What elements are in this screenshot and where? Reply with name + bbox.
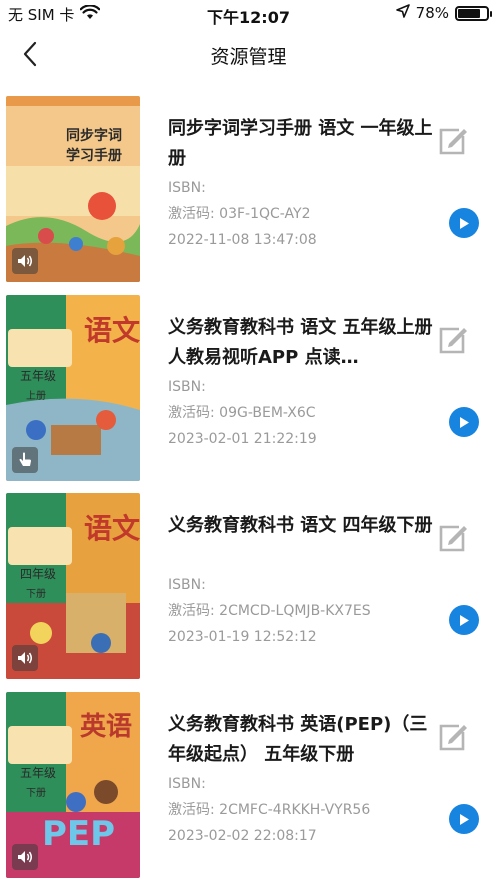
cover-title-line: 英语 [80, 712, 133, 742]
play-button[interactable] [449, 407, 479, 437]
battery-fill [458, 8, 480, 18]
speaker-icon[interactable] [12, 248, 38, 274]
list-item[interactable]: 同步字词 学习手册 同步字词学习手册 语文 一年级上册 ISBN: 激活码: 0… [0, 96, 497, 282]
item-title: 义务教育教科书 英语(PEP)（三年级起点） 五年级下册 [168, 714, 428, 765]
play-button[interactable] [449, 208, 479, 238]
nav-bar: 资源管理 [0, 28, 497, 84]
item-date: 2022-11-08 13:47:08 [168, 232, 317, 248]
item-date: 2023-01-19 12:52:12 [168, 629, 317, 645]
battery-percent: 78% [415, 4, 449, 22]
item-activation-code: 激活码: 2CMCD-LQMJB-KX7ES [168, 603, 371, 619]
page-title: 资源管理 [210, 46, 287, 68]
cover-title-line: 学习手册 [66, 148, 122, 164]
cover-title-line: 下册 [26, 788, 46, 799]
list-item[interactable]: 英语 五年级 下册 PEP 义务教育教科书 英语(PEP)（三年级起点） 五年级… [0, 692, 497, 878]
location-arrow-icon [395, 4, 410, 22]
item-activation-code: 激活码: 09G-BEM-X6C [168, 405, 316, 421]
edit-icon [439, 128, 467, 155]
status-right: 78% [395, 4, 492, 22]
edit-icon [439, 724, 467, 751]
item-isbn: ISBN: [168, 776, 206, 792]
edit-icon [439, 525, 467, 552]
cover-title-line: 语文 [84, 314, 140, 347]
item-info: 义务教育教科书 英语(PEP)（三年级起点） 五年级下册 ISBN: 激活码: … [168, 710, 438, 848]
item-date: 2023-02-01 21:22:19 [168, 431, 317, 447]
item-title: 同步字词学习手册 语文 一年级上册 [168, 118, 433, 169]
speaker-icon[interactable] [12, 645, 38, 671]
cover-title-line: 同步字词 [66, 128, 122, 144]
edit-button[interactable] [435, 124, 469, 158]
play-button[interactable] [449, 804, 479, 834]
book-cover[interactable]: 英语 五年级 下册 PEP [6, 692, 140, 878]
book-cover[interactable]: 语文 五年级 上册 [6, 295, 140, 481]
status-bar: 无 SIM 卡 下午12:07 78% [0, 0, 497, 28]
item-info: 同步字词学习手册 语文 一年级上册 ISBN: 激活码: 03F-1QC-AY2… [168, 114, 438, 252]
play-icon [460, 416, 469, 428]
cover-title-line: PEP [42, 814, 116, 854]
cover-title-line: 语文 [84, 512, 140, 545]
edit-button[interactable] [435, 323, 469, 357]
play-icon [460, 614, 469, 626]
item-activation-code: 激活码: 03F-1QC-AY2 [168, 206, 311, 222]
cover-title-line: 四年级 [20, 567, 57, 581]
item-activation-code: 激活码: 2CMFC-4RKKH-VYR56 [168, 802, 371, 818]
speaker-icon[interactable] [12, 844, 38, 870]
list-item[interactable]: 语文 五年级 上册 义务教育教科书 语文 五年级上册 人教易视听APP 点读… … [0, 295, 497, 481]
cover-title-line: 五年级 [20, 766, 57, 780]
hand-pointer-icon[interactable] [12, 447, 38, 473]
item-isbn: ISBN: [168, 577, 206, 593]
play-icon [460, 813, 469, 825]
battery-icon [455, 5, 492, 21]
item-isbn: ISBN: [168, 180, 206, 196]
play-button[interactable] [449, 605, 479, 635]
item-date: 2023-02-02 22:08:17 [168, 828, 317, 844]
book-cover[interactable]: 语文 四年级 下册 [6, 493, 140, 679]
item-info: 义务教育教科书 语文 五年级上册 人教易视听APP 点读… ISBN: 激活码:… [168, 313, 438, 451]
item-title: 义务教育教科书 语文 五年级上册 人教易视听APP 点读… [168, 317, 433, 368]
edit-icon [439, 327, 467, 354]
cover-title-line: 下册 [26, 589, 46, 600]
book-cover[interactable]: 同步字词 学习手册 [6, 96, 140, 282]
item-info: 义务教育教科书 语文 四年级下册 ISBN: 激活码: 2CMCD-LQMJB-… [168, 511, 438, 649]
play-icon [460, 217, 469, 229]
item-isbn: ISBN: [168, 379, 206, 395]
cover-title-line: 上册 [26, 391, 46, 402]
cover-title-line: 五年级 [20, 369, 57, 383]
edit-button[interactable] [435, 720, 469, 754]
list-item[interactable]: 语文 四年级 下册 义务教育教科书 语文 四年级下册 ISBN: 激活码: 2C… [0, 493, 497, 679]
item-title: 义务教育教科书 语文 四年级下册 [168, 515, 433, 536]
edit-button[interactable] [435, 521, 469, 555]
